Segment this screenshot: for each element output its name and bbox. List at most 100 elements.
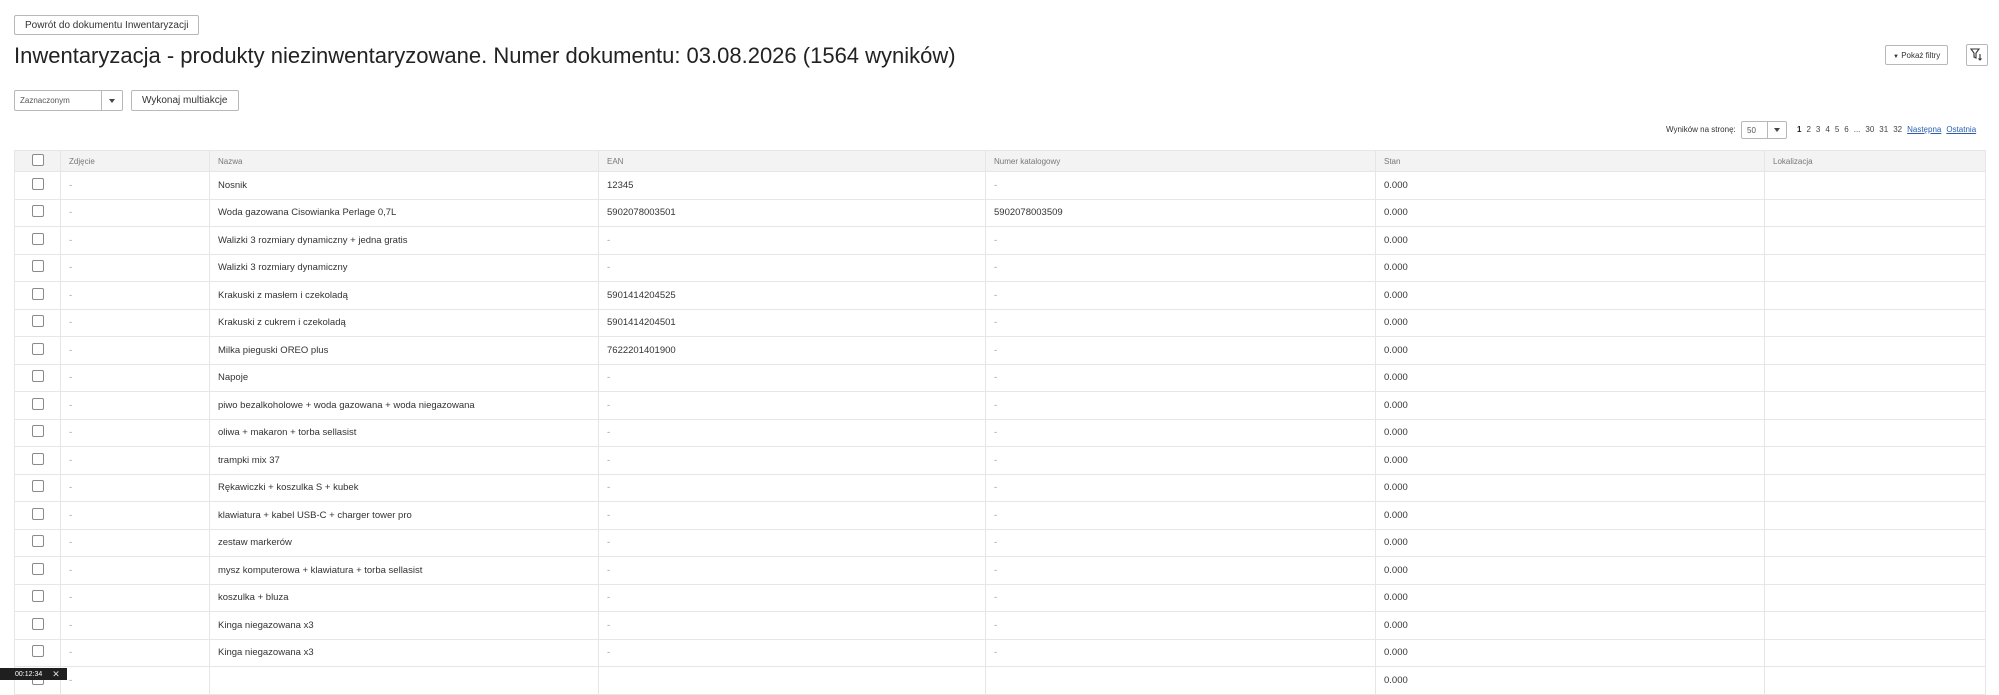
row-checkbox[interactable] — [31, 535, 44, 548]
row-checkbox[interactable] — [31, 397, 44, 410]
page-link-30[interactable]: 30 — [1865, 125, 1874, 134]
table-row[interactable]: - Kinga niegazowana x3- -0.000 — [14, 611, 1986, 640]
table-row[interactable]: - Krakuski z cukrem i czekoladą 5901414204… — [14, 308, 1986, 337]
back-to-document-button[interactable]: Powrót do dokumentu Inwentaryzacji — [14, 15, 200, 35]
last-page-link[interactable]: Ostatnia — [1946, 125, 1976, 134]
row-checkbox[interactable] — [31, 425, 44, 438]
row-checkbox[interactable] — [31, 645, 44, 658]
next-page-link[interactable]: Następna — [1907, 125, 1941, 134]
table-row[interactable]: - Rękawiczki + koszulka S + kubek - -0.000 — [14, 473, 1986, 502]
page-link-4[interactable]: 4 — [1825, 125, 1829, 134]
photo-cell: - — [60, 418, 210, 447]
chevron-down-icon — [109, 98, 115, 103]
mass-action-select[interactable]: Zaznaczonym — [14, 90, 123, 111]
row-checkbox[interactable] — [31, 480, 44, 493]
filter-sort-button[interactable] — [1966, 44, 1988, 66]
row-select-cell — [14, 391, 61, 420]
show-filters-button[interactable]: ▼ Pokaż filtry — [1885, 45, 1949, 65]
ean-cell: 12345 — [598, 171, 986, 200]
table-row[interactable]: - Woda gazowana Cisowianka Perlage 0,7L 59… — [14, 198, 1986, 227]
ean-cell: - — [598, 363, 986, 392]
row-checkbox[interactable] — [31, 287, 44, 300]
row-checkbox[interactable] — [31, 452, 44, 465]
row-checkbox[interactable] — [31, 260, 44, 273]
catalog-number-cell: - — [985, 253, 1376, 282]
page-link-3[interactable]: 3 — [1816, 125, 1820, 134]
page-link-2[interactable]: 2 — [1806, 125, 1810, 134]
table-row[interactable]: - Krakuski z masłem i czekoladą 5901414204… — [14, 281, 1986, 310]
show-filters-label: Pokaż filtry — [1901, 50, 1941, 60]
stock-cell: 0.000 — [1375, 446, 1765, 475]
row-checkbox[interactable] — [31, 177, 44, 190]
table-row[interactable]: - zestaw markerów - -0.000 — [14, 528, 1986, 557]
row-checkbox[interactable] — [31, 342, 44, 355]
row-checkbox[interactable] — [31, 205, 44, 218]
stock-cell: 0.000 — [1375, 363, 1765, 392]
column-header-photo[interactable]: Zdjęcie — [60, 150, 210, 172]
table-row[interactable]: - Walizki 3 rozmiary dynamiczny - -0.000 — [14, 253, 1986, 282]
photo-cell: - — [60, 583, 210, 612]
location-cell — [1764, 501, 1986, 530]
table-row[interactable]: - Napoje - -0.000 — [14, 363, 1986, 392]
dropdown-arrow[interactable] — [101, 91, 122, 110]
table-row[interactable]: - piwo bezalkoholowe + woda gazowana + wo… — [14, 391, 1986, 420]
ean-cell: - — [598, 556, 986, 585]
table-row[interactable]: - Walizki 3 rozmiary dynamiczny + jedna g… — [14, 226, 1986, 255]
table-row[interactable]: - klawiatura + kabel USB-C + charger towe… — [14, 501, 1986, 530]
table-row[interactable]: - Milka pieguski OREO plus 7622201401900-0… — [14, 336, 1986, 365]
table-row[interactable]: - koszulka + bluza - -0.000 — [14, 583, 1986, 612]
row-select-cell — [14, 528, 61, 557]
dropdown-arrow[interactable] — [1767, 122, 1786, 138]
row-select-cell — [14, 281, 61, 310]
per-page-label: Wyników na stronę: — [1666, 125, 1736, 134]
execute-multiaction-button[interactable]: Wykonaj multiakcje — [131, 90, 239, 111]
close-icon[interactable]: ✕ — [52, 669, 60, 680]
row-select-cell — [14, 226, 61, 255]
row-checkbox[interactable] — [31, 562, 44, 575]
row-checkbox[interactable] — [31, 315, 44, 328]
ean-cell: - — [598, 528, 986, 557]
row-checkbox[interactable] — [31, 507, 44, 520]
table-row[interactable]: - Kinga niegazowana x3- -0.000 — [14, 638, 1986, 667]
location-cell — [1764, 363, 1986, 392]
photo-cell: - — [60, 226, 210, 255]
column-header-ean[interactable]: EAN — [598, 150, 986, 172]
name-cell: Rękawiczki + koszulka S + kubek — [209, 473, 599, 502]
name-cell: Kinga niegazowana x3 — [209, 638, 599, 667]
table-row[interactable]: - 0.000 — [14, 666, 1986, 695]
page-title: Inwentaryzacja - produkty niezinwentaryz… — [14, 43, 956, 68]
table-row[interactable]: - oliwa + makaron + torba sellasist - -0.00… — [14, 418, 1986, 447]
column-header-catalog-number[interactable]: Numer katalogowy — [985, 150, 1376, 172]
column-header-name[interactable]: Nazwa — [209, 150, 599, 172]
per-page-select[interactable]: 50 — [1741, 121, 1787, 139]
row-select-cell — [14, 611, 61, 640]
catalog-number-cell: - — [985, 638, 1376, 667]
ean-cell: - — [598, 611, 986, 640]
select-all-checkbox[interactable] — [31, 154, 44, 166]
location-cell — [1764, 418, 1986, 447]
page-link-1[interactable]: 1 — [1797, 125, 1801, 134]
location-cell — [1764, 253, 1986, 282]
table-row[interactable]: - Nosnik 12345-0.000 — [14, 171, 1986, 200]
stock-cell: 0.000 — [1375, 528, 1765, 557]
ean-cell: - — [598, 391, 986, 420]
photo-cell: - — [60, 336, 210, 365]
row-checkbox[interactable] — [31, 590, 44, 603]
row-checkbox[interactable] — [31, 232, 44, 245]
row-checkbox[interactable] — [31, 370, 44, 383]
column-header-location[interactable]: Lokalizacja — [1764, 150, 1986, 172]
page-link-5[interactable]: 5 — [1835, 125, 1839, 134]
column-header-stock[interactable]: Stan — [1375, 150, 1765, 172]
photo-cell: - — [60, 171, 210, 200]
name-cell: zestaw markerów — [209, 528, 599, 557]
row-checkbox[interactable] — [31, 617, 44, 630]
stock-cell: 0.000 — [1375, 473, 1765, 502]
name-cell: Milka pieguski OREO plus — [209, 336, 599, 365]
table-row[interactable]: - trampki mix 37- -0.000 — [14, 446, 1986, 475]
page-link-31[interactable]: 31 — [1879, 125, 1888, 134]
photo-cell: - — [60, 253, 210, 282]
name-cell: klawiatura + kabel USB-C + charger tower… — [209, 501, 599, 530]
page-link-32[interactable]: 32 — [1893, 125, 1902, 134]
table-row[interactable]: - mysz komputerowa + klawiatura + torba s… — [14, 556, 1986, 585]
page-link-6[interactable]: 6 — [1844, 125, 1848, 134]
